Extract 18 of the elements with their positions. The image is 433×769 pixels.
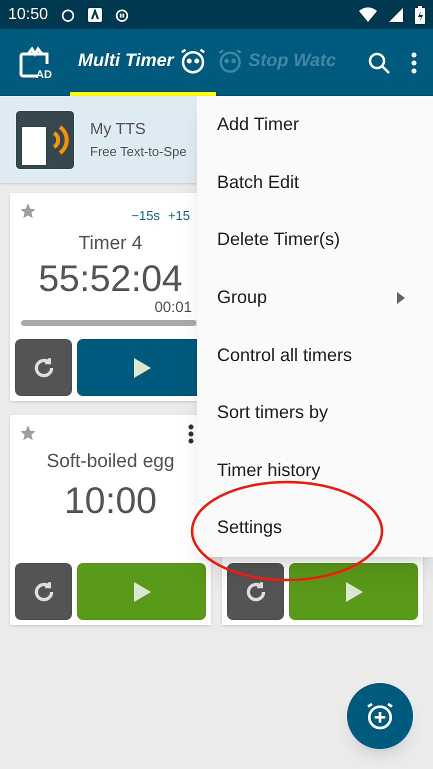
timer-time: 10:00	[63, 478, 158, 522]
timer-time: 55:52:04	[37, 258, 184, 300]
ad-title: My TTS	[90, 120, 147, 140]
menu-item[interactable]: Settings	[197, 499, 433, 557]
elapsed-time: 00:01	[154, 300, 192, 316]
timer-name: Soft-boiled egg	[46, 450, 176, 474]
menu-item[interactable]: Timer history	[197, 442, 433, 500]
menu-item[interactable]: Delete Timer(s)	[197, 211, 433, 269]
clock-time: 10:50	[8, 4, 48, 24]
menu-item[interactable]: Batch Edit	[197, 154, 433, 212]
adjust-button[interactable]: −15s	[131, 206, 160, 226]
menu-item[interactable]: Sort timers by	[197, 384, 433, 442]
adjust-button[interactable]: +15	[168, 206, 190, 226]
timer-name: Timer 4	[78, 232, 144, 256]
menu-item[interactable]: Control all timers	[197, 326, 433, 384]
ad-subtitle: Free Text-to-Spe	[90, 142, 187, 161]
menu-item[interactable]: Group	[197, 268, 433, 326]
menu-item[interactable]: Add Timer	[197, 96, 433, 154]
